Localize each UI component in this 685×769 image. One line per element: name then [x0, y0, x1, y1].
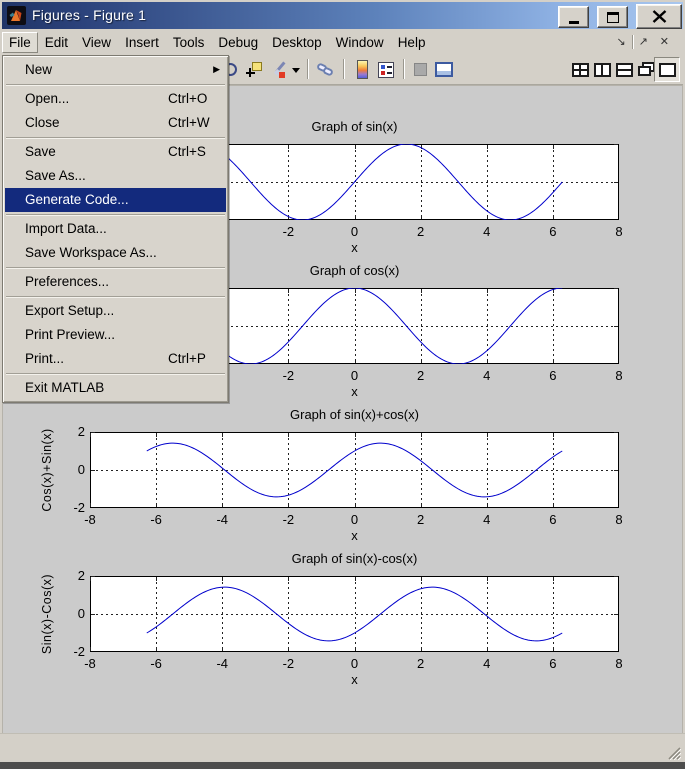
menu-edit[interactable]: Edit — [38, 32, 75, 53]
menu-window[interactable]: Window — [329, 32, 391, 53]
menu-item-exit-matlab[interactable]: Exit MATLAB — [5, 376, 226, 400]
matlab-logo-icon — [7, 6, 26, 25]
x-tick-label: 6 — [538, 656, 568, 671]
menu-item-generate-code[interactable]: Generate Code... — [5, 188, 226, 212]
minimize-icon — [569, 21, 579, 24]
y-tick-label: 0 — [59, 462, 85, 477]
link-plot-button[interactable] — [314, 59, 338, 80]
brush-dropdown-button[interactable] — [290, 59, 302, 80]
insert-legend-button[interactable] — [376, 59, 396, 80]
maximize-figure-button[interactable] — [654, 57, 680, 82]
x-tick-label: -2 — [273, 656, 303, 671]
menu-separator — [6, 267, 225, 268]
window-bottom-edge — [0, 762, 685, 769]
menu-insert[interactable]: Insert — [118, 32, 166, 53]
split-vertical-icon — [594, 63, 611, 77]
toolbar-separator — [403, 59, 404, 79]
x-axis-label: x — [90, 672, 619, 687]
dock-figure-icon — [435, 62, 453, 77]
dock-arrow-icon[interactable]: ↘ — [610, 34, 631, 50]
figures-window: Figures - Figure 1 File Edit View Insert… — [0, 0, 685, 769]
axes-area[interactable] — [90, 432, 619, 508]
colorbar-icon — [357, 60, 368, 79]
legend-icon — [378, 62, 394, 78]
toolbar-separator — [307, 59, 308, 79]
brush-button[interactable] — [270, 59, 290, 80]
toolbar-separator — [343, 59, 344, 79]
menu-separator — [6, 373, 225, 374]
status-bar — [0, 733, 685, 762]
maximize-button[interactable] — [597, 6, 628, 28]
menu-item-print[interactable]: Print... Ctrl+P — [5, 347, 226, 371]
y-axis-label: Sin(x)-Cos(x) — [40, 554, 54, 674]
undock-arrow-icon[interactable]: ↗ — [633, 34, 654, 50]
y-tick-label: 2 — [59, 424, 85, 439]
x-tick-label: -4 — [207, 656, 237, 671]
plot-title: Graph of sin(x)-cos(x) — [90, 551, 619, 566]
y-axis-label: Cos(x)+Sin(x) — [40, 410, 54, 530]
menu-item-export-setup[interactable]: Export Setup... — [5, 299, 226, 323]
window-title: Figures - Figure 1 — [32, 7, 146, 23]
x-tick-label: -6 — [141, 656, 171, 671]
menu-item-import-data[interactable]: Import Data... — [5, 217, 226, 241]
minimize-button[interactable] — [558, 6, 589, 28]
data-cursor-icon — [246, 62, 262, 78]
menu-separator — [6, 214, 225, 215]
hide-plot-tools-button[interactable] — [410, 59, 430, 80]
x-tick-label: 0 — [340, 656, 370, 671]
x-tick-label: 2 — [406, 656, 436, 671]
menu-separator — [6, 296, 225, 297]
close-icon — [652, 10, 667, 23]
menu-tools[interactable]: Tools — [166, 32, 212, 53]
close-button[interactable] — [636, 4, 682, 29]
y-tick-label: -2 — [59, 500, 85, 515]
menu-item-preferences[interactable]: Preferences... — [5, 270, 226, 294]
split-top-bottom-button[interactable] — [614, 59, 634, 80]
maximize-pane-icon — [659, 63, 676, 77]
maximize-icon — [607, 12, 619, 23]
menu-item-new[interactable]: New ▶ — [5, 58, 226, 82]
menu-file[interactable]: File — [2, 32, 38, 53]
file-menu-popup: New ▶ Open... Ctrl+O Close Ctrl+W Save C… — [2, 55, 229, 403]
y-tick-label: 0 — [59, 606, 85, 621]
split-horizontal-icon — [616, 63, 633, 77]
axes-area[interactable] — [90, 576, 619, 652]
menu-item-save-workspace-as[interactable]: Save Workspace As... — [5, 241, 226, 265]
x-tick-label: 8 — [604, 656, 634, 671]
titlebar[interactable]: Figures - Figure 1 — [2, 2, 683, 29]
close-panel-icon[interactable]: ✕ — [654, 34, 675, 50]
menu-desktop[interactable]: Desktop — [265, 32, 329, 53]
y-tick-label: -2 — [59, 644, 85, 659]
show-plot-tools-button[interactable] — [432, 59, 456, 80]
insert-colorbar-button[interactable] — [352, 59, 372, 80]
menu-separator — [6, 137, 225, 138]
hide-plot-tools-icon — [414, 63, 427, 76]
menu-item-open[interactable]: Open... Ctrl+O — [5, 87, 226, 111]
menu-view[interactable]: View — [75, 32, 118, 53]
y-tick-label: 2 — [59, 568, 85, 583]
menubar: File Edit View Insert Tools Debug Deskto… — [2, 29, 683, 55]
brush-icon — [272, 62, 288, 78]
menu-item-save-as[interactable]: Save As... — [5, 164, 226, 188]
subplot-3: Graph of sin(x)-cos(x)-8-6-4-202468-202S… — [3, 518, 684, 662]
resize-grip[interactable] — [665, 744, 681, 760]
menu-debug[interactable]: Debug — [211, 32, 265, 53]
submenu-arrow-icon: ▶ — [213, 58, 220, 82]
menu-item-print-preview[interactable]: Print Preview... — [5, 323, 226, 347]
chevron-down-icon — [292, 68, 300, 73]
menu-item-save[interactable]: Save Ctrl+S — [5, 140, 226, 164]
x-tick-label: 4 — [472, 656, 502, 671]
menu-help[interactable]: Help — [391, 32, 433, 53]
tile-windows-button[interactable] — [570, 59, 590, 80]
split-left-right-button[interactable] — [592, 59, 612, 80]
menu-separator — [6, 84, 225, 85]
menu-item-close[interactable]: Close Ctrl+W — [5, 111, 226, 135]
tile-grid-icon — [572, 63, 589, 77]
link-icon — [317, 63, 335, 77]
plot-title: Graph of sin(x)+cos(x) — [90, 407, 619, 422]
data-cursor-button[interactable] — [244, 59, 264, 80]
